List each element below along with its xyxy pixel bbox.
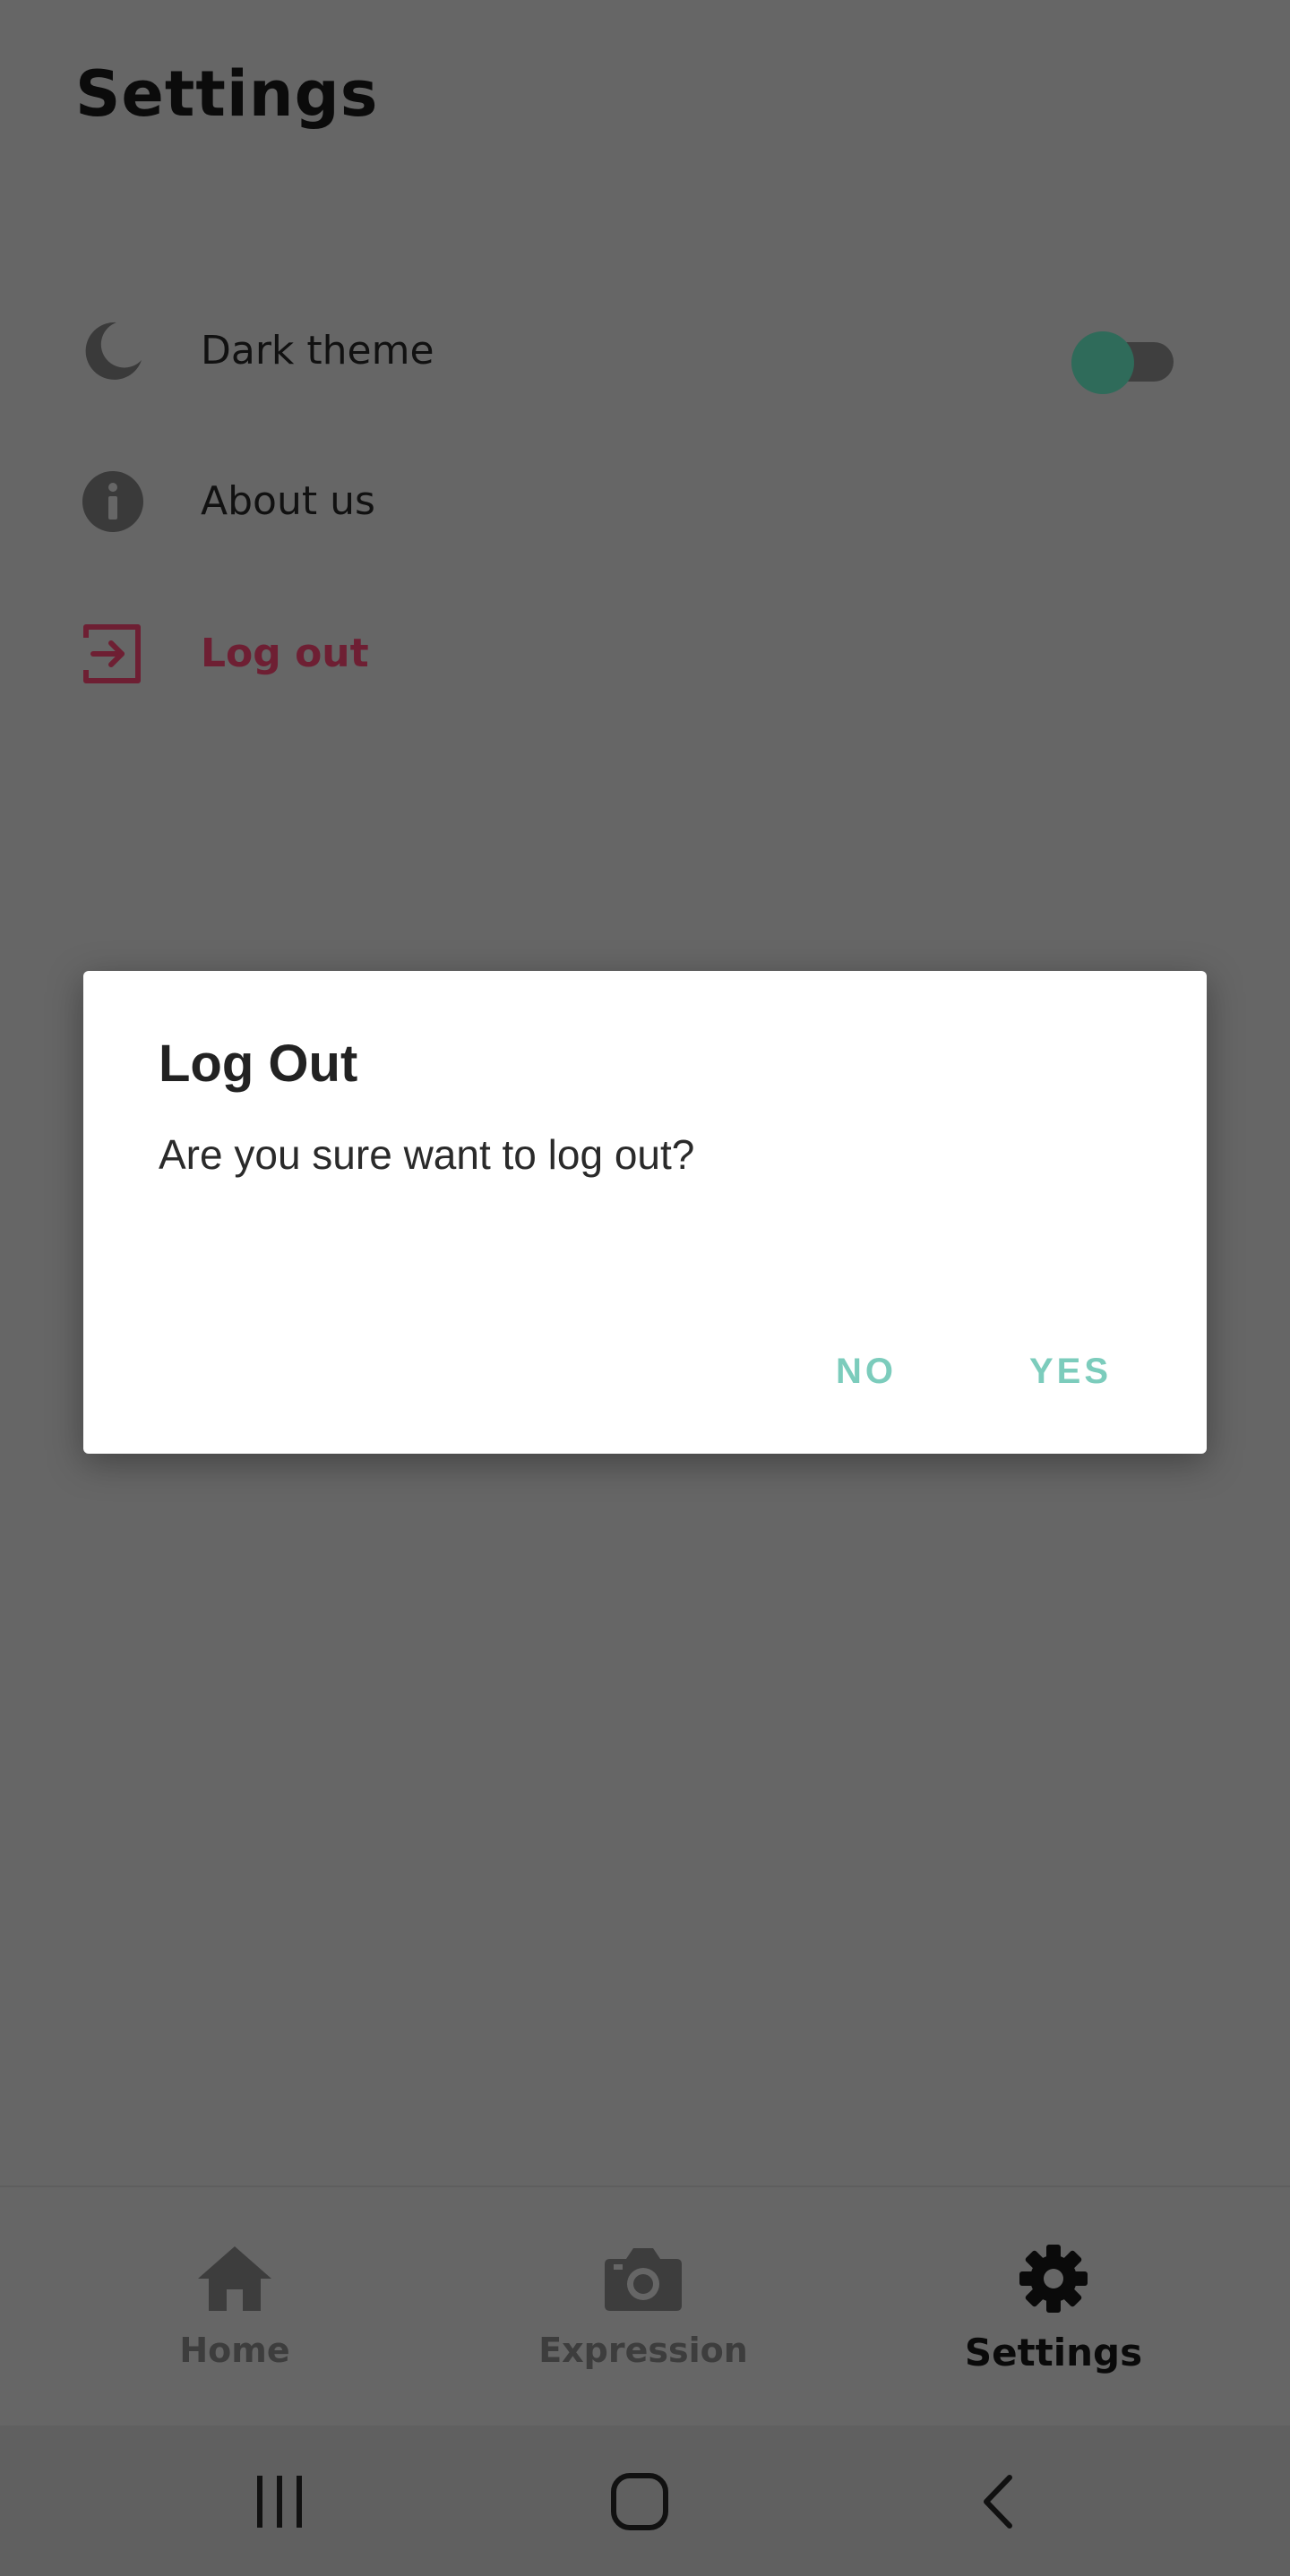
nav-item-expression[interactable]: Expression xyxy=(464,2187,822,2427)
gear-icon xyxy=(1018,2243,1089,2319)
settings-item-about-us[interactable]: About us xyxy=(75,457,1213,546)
nav-item-settings[interactable]: Settings xyxy=(874,2187,1233,2427)
logout-dialog: Log Out Are you sure want to log out? NO… xyxy=(83,971,1207,1454)
yes-button[interactable]: YES xyxy=(1020,1334,1121,1410)
page-title: Settings xyxy=(75,57,379,131)
no-button[interactable]: NO xyxy=(827,1334,906,1410)
camera-icon xyxy=(603,2243,684,2319)
home-circle-icon[interactable] xyxy=(586,2461,693,2542)
info-icon xyxy=(75,457,150,546)
settings-item-dark-theme[interactable]: Dark theme xyxy=(75,306,1213,396)
back-icon[interactable] xyxy=(946,2461,1054,2542)
settings-item-label: About us xyxy=(201,478,375,524)
settings-item-log-out[interactable]: Log out xyxy=(75,609,1213,699)
system-navigation-bar xyxy=(0,2426,1290,2576)
recents-icon[interactable] xyxy=(226,2461,333,2542)
logout-icon xyxy=(75,609,150,699)
settings-item-label: Dark theme xyxy=(201,328,434,374)
toggle-knob xyxy=(1071,331,1134,394)
dark-theme-toggle[interactable] xyxy=(1071,326,1179,394)
nav-label: Home xyxy=(179,2331,290,2370)
moon-icon xyxy=(75,306,150,396)
home-icon xyxy=(196,2243,273,2319)
nav-label: Expression xyxy=(538,2331,748,2370)
bottom-navigation: Home Expression Settings xyxy=(0,2185,1290,2427)
dialog-message: Are you sure want to log out? xyxy=(159,1131,695,1178)
nav-item-home[interactable]: Home xyxy=(56,2187,414,2427)
settings-item-label: Log out xyxy=(201,631,369,676)
nav-label: Settings xyxy=(964,2331,1143,2374)
dialog-title: Log Out xyxy=(159,1035,358,1093)
